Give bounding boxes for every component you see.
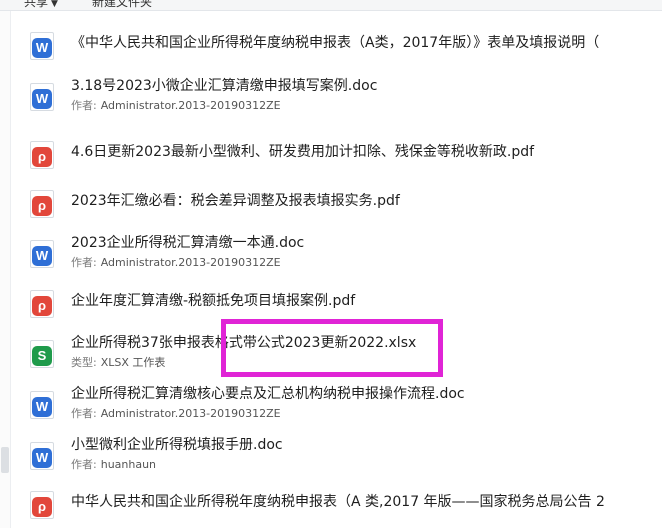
file-item[interactable]: W 2023企业所得税汇算清缴一本通.doc 作者: Administrator.… xyxy=(22,226,662,276)
pdf-document-icon: ρ xyxy=(30,290,54,318)
file-item[interactable]: S 企业所得税37张申报表格式带公式2023更新2022.xlsx 类型: XLS… xyxy=(22,326,662,376)
spreadsheet-icon: S xyxy=(30,340,54,368)
word-document-icon: W xyxy=(30,240,54,268)
file-author: 作者: Administrator.2013-20190312ZE xyxy=(71,407,281,420)
file-name: 企业所得税37张申报表格式带公式2023更新2022.xlsx xyxy=(71,335,417,351)
file-item[interactable]: ρ 4.6日更新2023最新小型微利、研发费用加计扣除、残保金等税收新政.pdf xyxy=(22,127,662,177)
pdf-document-icon: ρ xyxy=(30,141,54,169)
file-item[interactable]: W 小型微利企业所得税填报手册.doc 作者: huanhaun xyxy=(22,428,662,478)
file-author: 作者: Administrator.2013-20190312ZE xyxy=(71,256,281,269)
navigation-pane xyxy=(0,11,11,528)
file-name: 企业所得税汇算清缴核心要点及汇总机构纳税申报操作流程.doc xyxy=(71,386,465,402)
share-menu-button[interactable]: 共享 ▼ xyxy=(24,0,58,10)
file-item[interactable]: ρ 中华人民共和国企业所得税年度纳税申报表（A 类,2017 年版——国家税务总… xyxy=(22,477,662,527)
file-name: 4.6日更新2023最新小型微利、研发费用加计扣除、残保金等税收新政.pdf xyxy=(71,144,535,160)
toolbar: 共享 ▼ 新建文件夹 xyxy=(0,0,662,11)
file-author: 作者: Administrator.2013-20190312ZE xyxy=(71,99,281,112)
chevron-down-icon: ▼ xyxy=(51,0,58,9)
file-name: 2023企业所得税汇算清缴一本通.doc xyxy=(71,235,305,251)
new-folder-button[interactable]: 新建文件夹 xyxy=(92,0,152,10)
file-name: 中华人民共和国企业所得税年度纳税申报表（A 类,2017 年版——国家税务总局公… xyxy=(71,494,605,510)
file-name: 2023年汇缴必看：税会差异调整及报表填报实务.pdf xyxy=(71,193,400,209)
file-item[interactable]: W 3.18号2023小微企业汇算清缴申报填写案例.doc 作者: Adminis… xyxy=(22,69,662,119)
file-item[interactable]: ρ 企业年度汇算清缴-税额抵免项目填报案例.pdf xyxy=(22,276,662,326)
file-item[interactable]: ρ 2023年汇缴必看：税会差异调整及报表填报实务.pdf xyxy=(22,176,662,226)
file-item[interactable]: W 《中华人民共和国企业所得税年度纳税申报表（A类，2017年版）》表单及填报说… xyxy=(22,18,662,68)
word-document-icon: W xyxy=(30,391,54,419)
file-author: 作者: huanhaun xyxy=(71,458,157,471)
file-name: 小型微利企业所得税填报手册.doc xyxy=(71,437,283,453)
word-document-icon: W xyxy=(30,83,54,111)
file-item[interactable]: W 企业所得税汇算清缴核心要点及汇总机构纳税申报操作流程.doc 作者: Admi… xyxy=(22,377,662,427)
file-type: 类型: XLSX 工作表 xyxy=(71,356,166,369)
nav-scrollbar-thumb[interactable] xyxy=(1,447,9,473)
word-document-icon: W xyxy=(30,32,54,60)
pdf-document-icon: ρ xyxy=(30,491,54,519)
pdf-document-icon: ρ xyxy=(30,190,54,218)
file-name: 3.18号2023小微企业汇算清缴申报填写案例.doc xyxy=(71,78,378,94)
file-name: 《中华人民共和国企业所得税年度纳税申报表（A类，2017年版）》表单及填报说明（ xyxy=(71,35,600,51)
file-name: 企业年度汇算清缴-税额抵免项目填报案例.pdf xyxy=(71,293,356,309)
word-document-icon: W xyxy=(30,442,54,470)
